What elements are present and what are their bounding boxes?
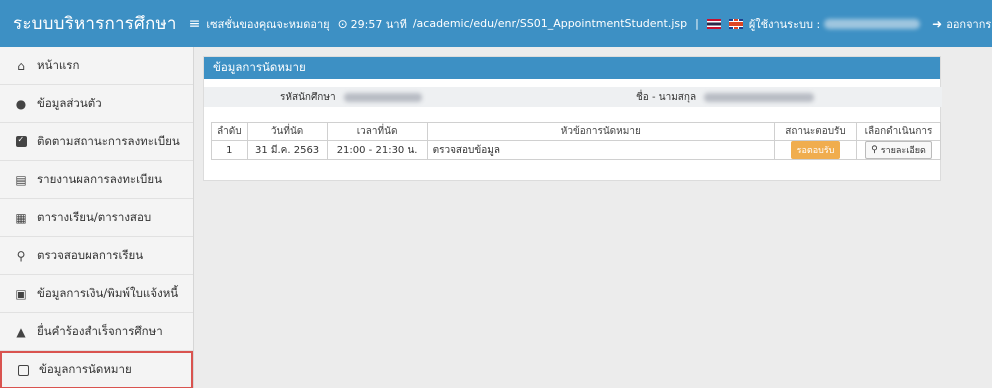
sidebar-item-label: รายงานผลการลงทะเบียน	[37, 171, 162, 186]
checkbox-icon	[13, 135, 29, 147]
detail-button-label: รายละเอียด	[880, 146, 926, 156]
cell-date: 31 มี.ค. 2563	[246, 140, 328, 160]
page-url: /academic/edu/enr/SS01_AppointmentStuden…	[412, 17, 688, 30]
sidebar-item-graduation[interactable]: ▲ ยื่นคำร้องสำเร็จการศึกษา	[0, 313, 193, 351]
appointment-table: ลำดับ วันที่นัด เวลาที่นัด หัวข้อการนัดห…	[211, 122, 941, 160]
sidebar: ⌂ หน้าแรก ● ข้อมูลส่วนตัว ติดตามสถานะการ…	[0, 47, 194, 388]
file-icon: ▤	[15, 172, 27, 187]
col-header-time: เวลาที่นัด	[326, 122, 428, 141]
student-name-redacted	[704, 92, 814, 102]
col-header-no: ลำดับ	[211, 122, 248, 141]
user-name-redacted	[824, 18, 921, 29]
menu-toggle-icon[interactable]: ≡	[189, 16, 201, 32]
clock-icon: ⊙	[337, 16, 348, 31]
top-navbar: ระบบบริหารการศึกษา ≡ เซสชั่นของคุณจะหมดอ…	[0, 0, 992, 47]
sidebar-item-label: ยื่นคำร้องสำเร็จการศึกษา	[37, 323, 163, 338]
divider: |	[695, 17, 699, 30]
uk-flag-icon[interactable]	[728, 18, 743, 29]
user-label: ผู้ใช้งานระบบ :	[748, 17, 821, 31]
calendar-check-icon	[15, 364, 31, 376]
thai-flag-icon[interactable]	[706, 18, 721, 29]
session-bar: ≡ เซสชั่นของคุณจะหมดอายุ ⊙ 29:57 นาที /a…	[177, 15, 992, 33]
search-icon: ⚲	[16, 248, 26, 263]
sidebar-item-label: ตารางเรียน/ตารางสอบ	[37, 209, 152, 224]
col-header-status: สถานะตอบรับ	[774, 122, 857, 141]
cell-action: ⚲ รายละเอียด	[856, 140, 941, 160]
user-icon: ●	[15, 96, 27, 111]
sidebar-item-label: ติดตามสถานะการลงทะเบียน	[37, 133, 180, 148]
sidebar-item-label: ข้อมูลส่วนตัว	[37, 95, 102, 110]
cell-no: 1	[211, 140, 248, 160]
student-info-row: รหัสนักศึกษา ชื่อ - นามสกุล	[204, 87, 942, 107]
sidebar-item-grades[interactable]: ⚲ ตรวจสอบผลการเรียน	[0, 237, 193, 275]
logout-label: ออกจากระบ	[946, 17, 992, 31]
logout-link[interactable]: ➜ ออกจากระบ	[932, 15, 992, 33]
sidebar-item-home[interactable]: ⌂ หน้าแรก	[0, 47, 193, 85]
sidebar-item-label: ข้อมูลการนัดหมาย	[39, 362, 132, 376]
table-header-row: ลำดับ วันที่นัด เวลาที่นัด หัวข้อการนัดห…	[211, 122, 941, 141]
sidebar-item-label: ข้อมูลการเงิน/พิมพ์ใบแจ้งหนี้	[37, 285, 179, 300]
sidebar-item-registration-report[interactable]: ▤ รายงานผลการลงทะเบียน	[0, 161, 193, 199]
table-icon: ▦	[15, 210, 27, 225]
status-badge: รอตอบรับ	[790, 141, 841, 159]
col-header-action: เลือกดำเนินการ	[856, 122, 941, 141]
sidebar-item-timetable[interactable]: ▦ ตารางเรียน/ตารางสอบ	[0, 199, 193, 237]
student-id-label: รหัสนักศึกษา	[280, 91, 336, 103]
cell-topic: ตรวจสอบข้อมูล	[426, 140, 776, 160]
sidebar-item-profile[interactable]: ● ข้อมูลส่วนตัว	[0, 85, 193, 123]
sidebar-item-label: หน้าแรก	[37, 57, 80, 72]
table-row: 1 31 มี.ค. 2563 21:00 - 21:30 น. ตรวจสอบ…	[211, 140, 941, 160]
money-icon: ▣	[15, 286, 27, 301]
app-brand[interactable]: ระบบบริหารการศึกษา	[0, 10, 177, 37]
panel-title: ข้อมูลการนัดหมาย	[204, 57, 940, 79]
search-icon: ⚲	[871, 145, 878, 155]
sidebar-item-appointment[interactable]: ข้อมูลการนัดหมาย	[0, 351, 193, 388]
appointment-panel: ข้อมูลการนัดหมาย รหัสนักศึกษา ชื่อ - นาม…	[203, 56, 942, 181]
cell-status: รอตอบรับ	[774, 140, 857, 160]
detail-button[interactable]: ⚲ รายละเอียด	[865, 141, 932, 159]
col-header-date: วันที่นัด	[246, 122, 328, 141]
graduation-cap-icon: ▲	[16, 324, 26, 339]
sign-out-icon: ➜	[932, 16, 943, 31]
sidebar-item-finance[interactable]: ▣ ข้อมูลการเงิน/พิมพ์ใบแจ้งหนี้	[0, 275, 193, 313]
cell-time: 21:00 - 21:30 น.	[326, 140, 428, 160]
name-label: ชื่อ - นามสกุล	[636, 91, 697, 103]
col-header-topic: หัวข้อการนัดหมาย	[426, 122, 776, 141]
session-timer: 29:57 นาที	[350, 17, 407, 31]
sidebar-item-registration-status[interactable]: ติดตามสถานะการลงทะเบียน	[0, 123, 193, 161]
home-icon: ⌂	[17, 58, 25, 73]
session-label: เซสชั่นของคุณจะหมดอายุ	[206, 17, 330, 31]
student-id-redacted	[344, 92, 422, 102]
sidebar-item-label: ตรวจสอบผลการเรียน	[37, 247, 144, 262]
